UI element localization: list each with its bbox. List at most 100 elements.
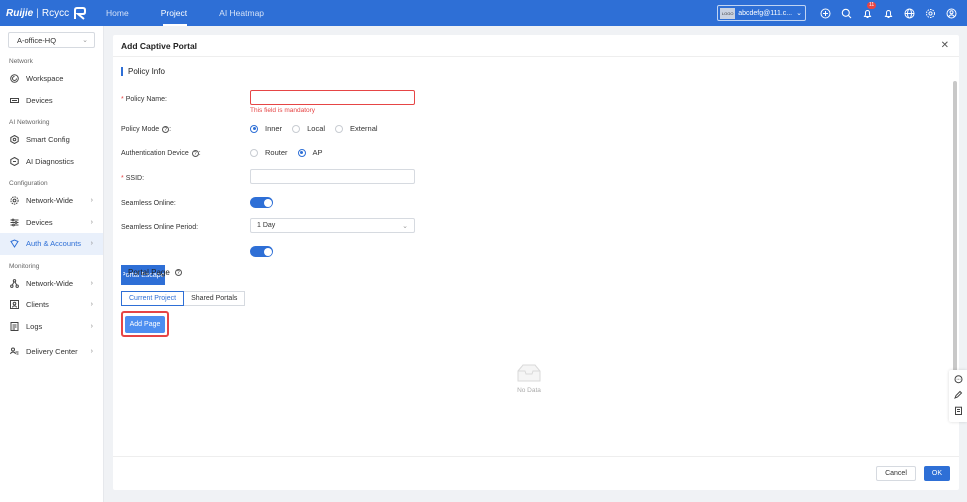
group-monitoring: Monitoring xyxy=(9,262,40,270)
notification-bell-icon[interactable] xyxy=(882,7,894,19)
help-icon[interactable]: ? xyxy=(191,150,199,157)
user-icon[interactable] xyxy=(945,7,957,19)
account-logo: LOGO xyxy=(720,7,736,19)
alarm-bell-icon[interactable]: 11 xyxy=(861,2,877,19)
policy-name-label: * Policy Name : xyxy=(121,96,167,103)
radio-router[interactable]: Router xyxy=(250,148,288,157)
topology-icon xyxy=(9,278,19,288)
radio-inner[interactable]: Inner xyxy=(250,124,282,133)
site-selector[interactable]: A-office-HQ ⌄ xyxy=(8,32,95,48)
vertical-scrollbar[interactable] xyxy=(953,81,957,391)
top-right-tools: LOGO abcdefg@111.c... ⌄ 11 xyxy=(717,0,957,26)
nav-home[interactable]: Home xyxy=(96,0,151,26)
chevron-down-icon: ⌄ xyxy=(402,222,408,230)
brand-name: Ruijie xyxy=(6,7,34,19)
sidebar-item-auth-accounts[interactable]: Auth & Accounts › xyxy=(0,233,103,255)
chevron-right-icon: › xyxy=(90,240,93,248)
tab-current-project[interactable]: Current Project xyxy=(121,291,185,306)
nav-ai-heatmap[interactable]: AI Heatmap xyxy=(209,0,286,26)
ssid-input[interactable] xyxy=(250,169,415,184)
ai-diagnostics-icon xyxy=(9,156,19,166)
seamless-online-label: Seamless Online : xyxy=(121,200,176,207)
empty-state: No Data xyxy=(509,363,549,394)
help-icon[interactable]: ? xyxy=(174,269,182,276)
sidebar-item-logs[interactable]: Logs › xyxy=(0,316,103,338)
chevron-down-icon: ⌄ xyxy=(796,10,802,17)
sidebar: A-office-HQ ⌄ Network Workspace Devices … xyxy=(0,26,104,502)
panel-header: Add Captive Portal ✕ xyxy=(113,35,959,57)
sidebar-item-ai-diagnostics[interactable]: AI Diagnostics xyxy=(0,151,103,173)
chevron-right-icon: › xyxy=(90,218,93,226)
site-name: A-office-HQ xyxy=(17,35,57,45)
help-icon[interactable]: ? xyxy=(162,126,170,133)
ok-button[interactable]: OK xyxy=(923,466,950,481)
cancel-button[interactable]: Cancel xyxy=(876,466,916,481)
tab-shared-portals[interactable]: Shared Portals xyxy=(184,291,246,306)
chevron-right-icon: › xyxy=(90,301,93,309)
account-selector[interactable]: LOGO abcdefg@111.c... ⌄ xyxy=(717,5,806,21)
clipboard-icon[interactable] xyxy=(954,406,963,417)
chevron-down-icon: ⌄ xyxy=(82,37,88,44)
radio-external[interactable]: External xyxy=(335,124,378,133)
policy-mode-radio-group: Inner Local External xyxy=(250,124,378,133)
chevron-right-icon: › xyxy=(90,279,93,287)
sliders-icon xyxy=(9,217,19,227)
floating-toolbar xyxy=(949,370,967,422)
portal-page-tabs: Current Project Shared Portals xyxy=(121,291,246,306)
policy-name-error: This field is mandatory xyxy=(250,107,316,114)
auth-device-radio-group: Router AP xyxy=(250,148,323,157)
brand-mark-icon xyxy=(74,6,87,20)
policy-name-input[interactable] xyxy=(250,90,415,105)
panel-body: Policy Info * Policy Name : This field i… xyxy=(113,57,959,456)
seamless-period-select[interactable]: 1 Day ⌄ xyxy=(250,218,415,233)
page-title: Add Captive Portal xyxy=(121,40,198,51)
policy-mode-label: Policy Mode ? : xyxy=(121,126,172,133)
device-icon xyxy=(9,95,19,105)
no-data-text: No Data xyxy=(517,387,541,394)
add-page-highlight: Add Page xyxy=(121,311,169,337)
section-portal-page: Portal Page ? xyxy=(121,268,182,277)
sidebar-item-clients[interactable]: Clients › xyxy=(0,294,103,316)
search-icon[interactable] xyxy=(840,7,852,19)
workspace-icon xyxy=(9,74,19,84)
sidebar-item-workspace[interactable]: Workspace xyxy=(0,68,103,90)
add-captive-portal-panel: Add Captive Portal ✕ Policy Info * Polic… xyxy=(113,35,959,490)
panel-footer: Cancel OK xyxy=(113,456,959,490)
radio-ap[interactable]: AP xyxy=(297,148,323,157)
chat-icon[interactable] xyxy=(954,375,963,386)
edit-icon[interactable] xyxy=(953,390,963,401)
radio-local[interactable]: Local xyxy=(292,124,325,133)
clients-icon xyxy=(9,300,19,310)
gear-icon[interactable] xyxy=(924,7,936,19)
logs-icon xyxy=(9,321,19,331)
sidebar-item-devices[interactable]: Devices xyxy=(0,90,103,112)
add-circle-icon[interactable] xyxy=(819,7,831,19)
group-configuration: Configuration xyxy=(9,180,48,187)
account-name: abcdefg@111.c... xyxy=(738,9,793,17)
empty-box-icon xyxy=(517,364,541,382)
sidebar-item-monitoring-network-wide[interactable]: Network-Wide › xyxy=(0,273,103,295)
logo[interactable]: Ruijie | Rcycc xyxy=(0,6,96,20)
sidebar-item-network-wide[interactable]: Network-Wide › xyxy=(0,190,103,212)
chevron-right-icon: › xyxy=(90,197,93,205)
section-policy-info: Policy Info xyxy=(121,67,165,76)
globe-icon[interactable] xyxy=(903,7,915,19)
sidebar-item-delivery-center[interactable]: Delivery Center › xyxy=(0,341,103,363)
close-icon[interactable]: ✕ xyxy=(941,40,949,51)
gear-icon xyxy=(9,196,19,206)
add-page-button[interactable]: Add Page xyxy=(125,315,165,333)
group-network: Network xyxy=(9,58,33,65)
sidebar-item-config-devices[interactable]: Devices › xyxy=(0,212,103,234)
chevron-right-icon: › xyxy=(90,322,93,330)
sidebar-item-smart-config[interactable]: Smart Config xyxy=(0,129,103,151)
portal-escape-toggle[interactable] xyxy=(250,246,273,257)
seamless-period-label: Seamless Online Period : xyxy=(121,224,199,231)
delivery-icon xyxy=(9,347,19,357)
seamless-online-toggle[interactable] xyxy=(250,197,273,208)
top-bar: Ruijie | Rcycc Home Project AI Heatmap L… xyxy=(0,0,967,26)
auth-device-label: Authentication Device ? : xyxy=(121,150,201,157)
notification-badge: 11 xyxy=(867,2,877,9)
group-ai-networking: AI Networking xyxy=(9,119,50,126)
nav-project[interactable]: Project xyxy=(151,0,209,26)
chevron-right-icon: › xyxy=(90,348,93,356)
